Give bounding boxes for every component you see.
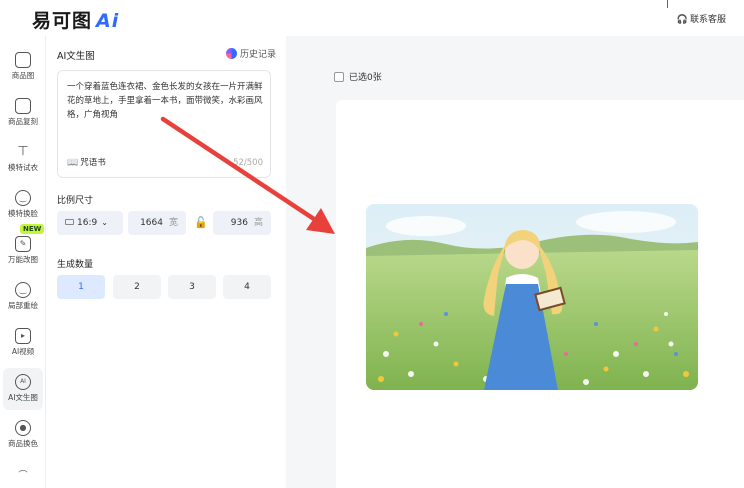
sidebar-item-text-to-image[interactable]: AI AI文生图: [3, 368, 43, 410]
sidebar-item-label: 模特试衣: [8, 163, 38, 172]
sidebar-item-more[interactable]: ⌒: [3, 468, 43, 481]
sidebar-item-product-image[interactable]: 商品图: [3, 52, 43, 81]
sidebar: 商品图 商品复刻 ⊤ 模特试衣 ‿ 模特换脸 ✎ 万能改图 ‿ 局部重绘 ▸ A…: [0, 36, 46, 488]
prompt-input[interactable]: 一个穿着蓝色连衣裙、金色长发的女孩在一片开满鲜花的草地上，手里拿着一本书，面带微…: [57, 70, 271, 178]
sidebar-item-label: 商品图: [11, 71, 35, 80]
quantity-section-label: 生成数量: [57, 260, 94, 270]
history-label: 历史记录: [239, 50, 276, 60]
sidebar-item-model-tryon[interactable]: ⊤ 模特试衣: [3, 144, 43, 173]
logo-text: 易可图: [32, 10, 93, 32]
top-divider: [667, 0, 668, 8]
sidebar-item-label: AI文生图: [8, 393, 38, 402]
generated-image[interactable]: [366, 204, 698, 390]
app-logo[interactable]: 易可图 Ai: [32, 6, 119, 33]
select-all-checkbox[interactable]: 已选0张: [334, 70, 382, 83]
support-label: 联系客服: [689, 15, 726, 25]
more-icon: ⌒: [18, 471, 28, 481]
width-value: 1664: [140, 218, 163, 228]
settings-panel: AI文生图 历史记录 一个穿着蓝色连衣裙、金色长发的女孩在一片开满鲜花的草地上，…: [46, 36, 286, 488]
face-icon: ‿: [15, 282, 31, 298]
sidebar-item-product-replicate[interactable]: 商品复刻: [3, 98, 43, 127]
sidebar-item-ai-video[interactable]: ▸ AI视频: [3, 328, 43, 357]
product-replicate-icon: [15, 98, 31, 114]
height-value: 936: [230, 218, 248, 228]
height-input[interactable]: 936 高: [213, 211, 271, 235]
sidebar-item-label: 局部重绘: [8, 301, 38, 310]
prompt-text[interactable]: 一个穿着蓝色连衣裙、金色长发的女孩在一片开满鲜花的草地上，手里拿着一本书，面带微…: [67, 80, 265, 122]
video-icon: ▸: [15, 328, 31, 344]
width-input[interactable]: 1664 宽: [128, 211, 186, 235]
sidebar-item-face-swap[interactable]: ‿ 模特换脸: [3, 190, 43, 219]
spellbook-label: 咒语书: [80, 158, 106, 168]
ratio-section-label: 比例尺寸: [57, 196, 94, 206]
checkbox-icon: [334, 71, 344, 82]
ai-icon: AI: [15, 374, 31, 390]
sidebar-item-label: 模特换脸: [8, 209, 38, 218]
history-icon: [225, 48, 237, 59]
quantity-option-3[interactable]: 3: [168, 275, 216, 299]
panel-title: AI文生图: [57, 51, 95, 62]
sidebar-item-inpaint[interactable]: ‿ 局部重绘: [3, 282, 43, 311]
shirt-icon: ⊤: [17, 144, 29, 159]
aspect-ratio-icon: [65, 219, 74, 225]
result-canvas: [336, 100, 744, 488]
face-icon: ‿: [15, 190, 31, 206]
selected-count: 已选0张: [349, 73, 382, 83]
quantity-option-1[interactable]: 1: [57, 275, 105, 299]
spellbook-button[interactable]: 📖 咒语书: [67, 156, 106, 168]
sidebar-item-label: 万能改图: [8, 255, 38, 264]
contact-support-button[interactable]: 🎧 联系客服: [677, 12, 726, 25]
ratio-select[interactable]: 16:9 ⌄: [57, 211, 123, 235]
product-image-icon: [15, 52, 31, 68]
chevron-down-icon: ⌄: [101, 218, 108, 227]
generated-image-illustration: [366, 204, 698, 390]
ratio-value: 16:9: [77, 218, 98, 228]
sidebar-item-recolor[interactable]: ● 商品换色: [3, 420, 43, 449]
logo-ai: Ai: [96, 10, 120, 32]
new-badge: NEW: [20, 224, 45, 234]
quantity-option-4[interactable]: 4: [223, 275, 271, 299]
sidebar-item-universal-edit[interactable]: ✎ 万能改图: [3, 236, 43, 265]
quantity-option-2[interactable]: 2: [113, 275, 161, 299]
lock-ratio-icon[interactable]: 🔓: [194, 216, 208, 229]
history-button[interactable]: 历史记录: [225, 47, 276, 60]
sidebar-item-label: 商品换色: [8, 439, 38, 448]
workspace: 已选0张: [286, 36, 744, 488]
char-counter: 52/500: [233, 158, 263, 168]
width-unit: 宽: [168, 218, 178, 228]
book-icon: 📖: [67, 158, 79, 168]
sidebar-item-label: AI视频: [11, 347, 35, 356]
color-drop-icon: ●: [15, 420, 31, 436]
top-bar: 易可图 Ai 🎧 联系客服: [0, 0, 744, 36]
height-unit: 高: [253, 218, 263, 228]
edit-image-icon: ✎: [15, 236, 31, 252]
sidebar-item-label: 商品复刻: [8, 117, 38, 126]
headset-icon: 🎧: [676, 15, 688, 25]
